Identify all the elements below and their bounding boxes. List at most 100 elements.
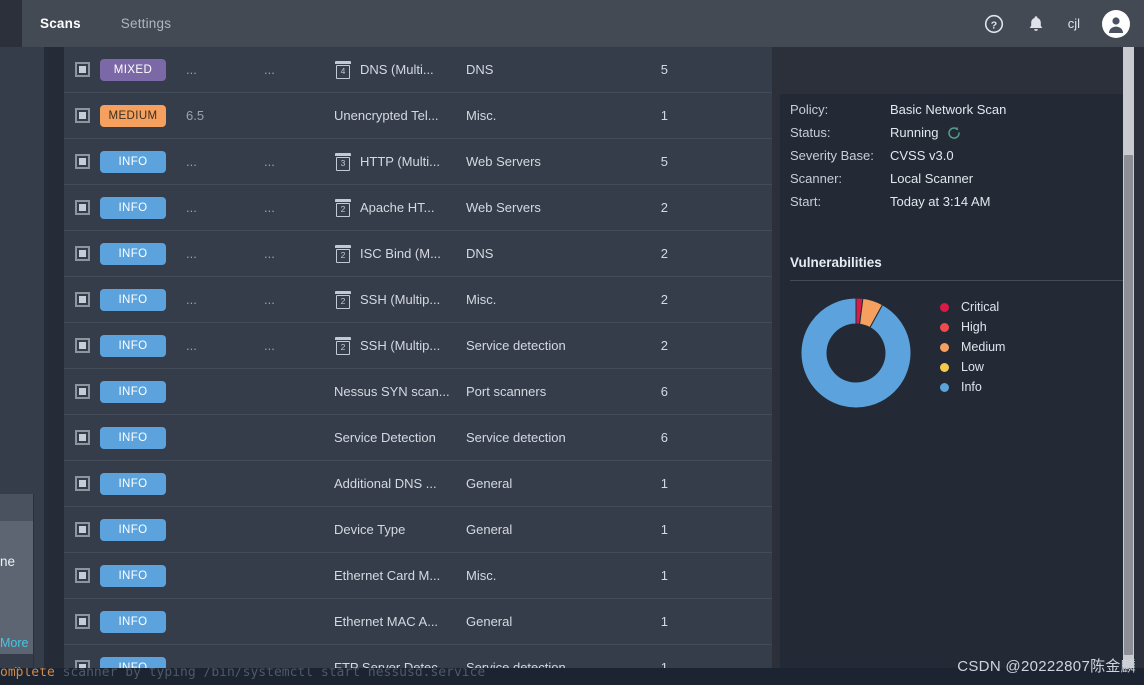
row-checkbox[interactable] — [74, 200, 90, 215]
row-checkbox-cell[interactable] — [64, 568, 100, 583]
svg-text:?: ? — [991, 19, 997, 31]
severity-badge: INFO — [100, 288, 166, 311]
gutter-dark-column — [44, 47, 64, 675]
page-scrollbar[interactable] — [1123, 47, 1134, 685]
family-cell: General — [466, 614, 513, 629]
count-cell: 2 — [660, 292, 668, 307]
legend-item-critical[interactable]: Critical — [940, 297, 1005, 317]
cvss-cell: 6.5 — [186, 108, 205, 123]
plugin-name-cell[interactable]: 2 SSH (Multip... — [334, 336, 466, 355]
row-checkbox[interactable] — [74, 246, 90, 261]
plugin-name-cell[interactable]: Unencrypted Tel... — [334, 108, 466, 123]
plugin-name-cell[interactable]: Ethernet Card M... — [334, 568, 466, 583]
count-cell: 5 — [660, 62, 668, 77]
table-row[interactable]: INFO Additional DNS ... General 1 — [64, 461, 772, 507]
row-checkbox[interactable] — [74, 62, 90, 77]
legend-item-medium[interactable]: Medium — [940, 337, 1005, 357]
severity-cell: INFO — [100, 610, 186, 633]
table-row[interactable]: INFO...... 3 HTTP (Multi... Web Servers 5 — [64, 139, 772, 185]
plugin-name-label: ISC Bind (M... — [360, 246, 441, 261]
left-filter-overlay[interactable]: ne More — [0, 494, 33, 654]
row-checkbox-cell[interactable] — [64, 292, 100, 307]
legend-color-dot — [940, 362, 949, 372]
vpr-cell: ... — [264, 200, 275, 215]
row-checkbox-cell[interactable] — [64, 108, 100, 123]
row-checkbox[interactable] — [74, 384, 90, 399]
terminal-grey-text: scanner by typing /bin/systemctl start n… — [54, 668, 486, 680]
table-row[interactable]: INFO Ethernet Card M... Misc. 1 — [64, 553, 772, 599]
severity-badge: INFO — [100, 380, 166, 403]
terminal-orange-text: omplete — [0, 668, 55, 680]
plugin-name-cell[interactable]: Service Detection — [334, 430, 466, 445]
count-cell: 1 — [660, 476, 668, 491]
user-name-label[interactable]: cjl — [1068, 16, 1080, 31]
legend-item-info[interactable]: Info — [940, 377, 1005, 397]
table-row[interactable]: INFO Device Type General 1 — [64, 507, 772, 553]
plugin-name-cell[interactable]: 3 HTTP (Multi... — [334, 152, 466, 171]
plugin-name-label: SSH (Multip... — [360, 292, 441, 307]
csdn-watermark: CSDN @20222807陈金麟 — [957, 658, 1136, 675]
notification-bell-icon[interactable] — [1026, 14, 1046, 34]
table-row[interactable]: INFO...... 2 SSH (Multip... Service detecti… — [64, 323, 772, 369]
row-checkbox-cell[interactable] — [64, 338, 100, 353]
plugin-name-cell[interactable]: 4 DNS (Multi... — [334, 60, 466, 79]
plugin-name-cell[interactable]: Device Type — [334, 522, 466, 537]
group-folder-icon: 2 — [334, 290, 352, 309]
legend-item-low[interactable]: Low — [940, 357, 1005, 377]
question-circle-icon[interactable]: ? — [984, 14, 1004, 34]
overlay-divider — [33, 494, 34, 685]
severity-cell: INFO — [100, 196, 186, 219]
user-avatar-icon[interactable] — [1102, 9, 1130, 38]
nav-tab-settings[interactable]: Settings — [121, 0, 171, 47]
row-checkbox-cell[interactable] — [64, 522, 100, 537]
vpr-cell: ... — [264, 154, 275, 169]
plugin-name-cell[interactable]: Ethernet MAC A... — [334, 614, 466, 629]
table-row[interactable]: INFO Ethernet MAC A... General 1 — [64, 599, 772, 645]
plugin-name-cell[interactable]: 2 ISC Bind (M... — [334, 244, 466, 263]
row-checkbox-cell[interactable] — [64, 430, 100, 445]
row-checkbox[interactable] — [74, 292, 90, 307]
table-row[interactable]: INFO...... 2 Apache HT... Web Servers 2 — [64, 185, 772, 231]
row-checkbox-cell[interactable] — [64, 154, 100, 169]
row-checkbox[interactable] — [74, 154, 90, 169]
plugin-name-cell[interactable]: 2 SSH (Multip... — [334, 290, 466, 309]
cvss-cell: ... — [186, 200, 197, 215]
metadata-value-text: Running — [890, 125, 939, 140]
plugin-name-cell[interactable]: Additional DNS ... — [334, 476, 466, 491]
plugin-name-cell[interactable]: Nessus SYN scan... — [334, 384, 466, 399]
count-cell: 6 — [660, 384, 668, 399]
row-checkbox[interactable] — [74, 108, 90, 123]
table-row[interactable]: MIXED...... 4 DNS (Multi... DNS 5 — [64, 47, 772, 93]
row-checkbox[interactable] — [74, 338, 90, 353]
nav-tab-scans[interactable]: Scans — [40, 0, 81, 47]
row-checkbox[interactable] — [74, 614, 90, 629]
row-checkbox[interactable] — [74, 476, 90, 491]
severity-donut-chart — [798, 295, 914, 411]
table-row[interactable]: INFO...... 2 ISC Bind (M... DNS 2 — [64, 231, 772, 277]
scrollbar-thumb[interactable] — [1124, 155, 1133, 655]
table-row[interactable]: INFO Service Detection Service detection 6 — [64, 415, 772, 461]
family-cell: Web Servers — [466, 154, 541, 169]
table-row[interactable]: INFO Nessus SYN scan... Port scanners 6 — [64, 369, 772, 415]
row-checkbox[interactable] — [74, 430, 90, 445]
row-checkbox-cell[interactable] — [64, 384, 100, 399]
row-checkbox[interactable] — [74, 568, 90, 583]
row-checkbox-cell[interactable] — [64, 62, 100, 77]
table-row[interactable]: INFO...... 2 SSH (Multip... Misc. 2 — [64, 277, 772, 323]
overlay-header — [0, 494, 33, 521]
overlay-more-link[interactable]: More — [0, 636, 28, 650]
row-checkbox-cell[interactable] — [64, 200, 100, 215]
row-checkbox-cell[interactable] — [64, 246, 100, 261]
row-checkbox-cell[interactable] — [64, 614, 100, 629]
count-cell: 1 — [660, 614, 668, 629]
row-checkbox-cell[interactable] — [64, 476, 100, 491]
plugin-name-label: Apache HT... — [360, 200, 435, 215]
donut-slice-info[interactable] — [800, 297, 912, 409]
legend-item-high[interactable]: High — [940, 317, 1005, 337]
row-checkbox[interactable] — [74, 522, 90, 537]
plugin-name-cell[interactable]: 2 Apache HT... — [334, 198, 466, 217]
severity-badge: MEDIUM — [100, 104, 166, 127]
table-row[interactable]: MEDIUM 6.5 Unencrypted Tel... Misc. 1 — [64, 93, 772, 139]
cvss-cell: ... — [186, 338, 197, 353]
severity-cell: INFO — [100, 288, 186, 311]
